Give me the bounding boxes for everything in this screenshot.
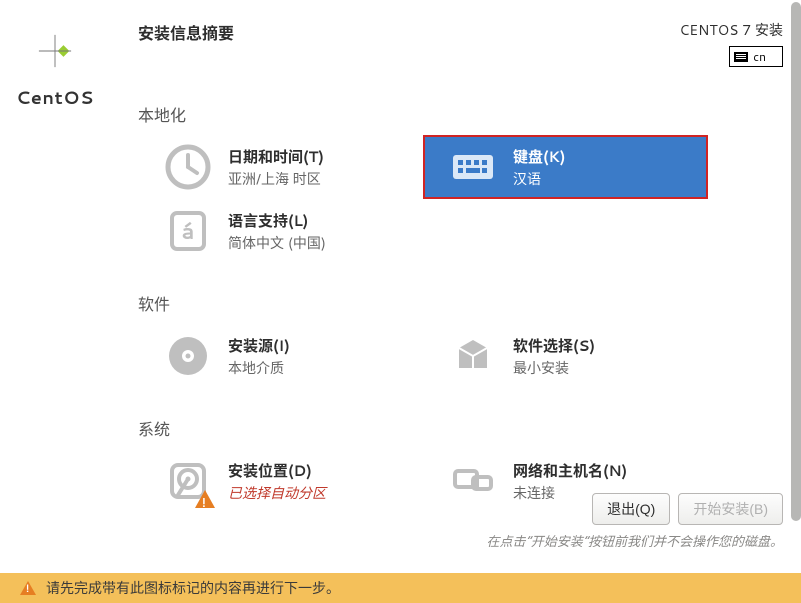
begin-install-button[interactable]: 开始安装(B) xyxy=(678,493,783,525)
spoke-disc[interactable]: 安装源(I)本地介质 xyxy=(138,324,423,388)
spoke-pkg[interactable]: 软件选择(S)最小安装 xyxy=(423,324,708,388)
scrollbar[interactable] xyxy=(791,2,801,521)
quit-button[interactable]: 退出(Q) xyxy=(592,493,670,525)
footer-hint: 在点击“开始安装”按钮前我们并不会操作您的磁盘。 xyxy=(486,531,783,551)
warning-badge-icon xyxy=(195,490,215,508)
spoke-title: 日期和时间(T) xyxy=(228,146,324,167)
page-title: 安装信息摘要 xyxy=(138,20,234,45)
spoke-title: 语言支持(L) xyxy=(228,210,326,231)
spoke-subtitle: 最小安装 xyxy=(513,358,595,378)
lang-icon: á xyxy=(164,207,212,255)
spoke-title: 安装源(I) xyxy=(228,335,290,356)
spoke-subtitle: 本地介质 xyxy=(228,358,290,378)
scrollbar-thumb[interactable] xyxy=(791,2,801,521)
category-title: 软件 xyxy=(138,291,783,316)
warning-text: 请先完成带有此图标标记的内容再进行下一步。 xyxy=(46,578,340,598)
spoke-keyboard[interactable]: 键盘(K)汉语 xyxy=(423,135,708,199)
product-label: CENTOS 7 安装 xyxy=(679,20,783,40)
spoke-title: 软件选择(S) xyxy=(513,335,595,356)
svg-text:á: á xyxy=(181,216,194,247)
clock-icon xyxy=(164,143,212,191)
brand-text: CentOS xyxy=(16,84,94,110)
warning-bar: 请先完成带有此图标标记的内容再进行下一步。 xyxy=(0,573,801,603)
keyboard-icon xyxy=(449,143,497,191)
disc-icon xyxy=(164,332,212,380)
centos-logo-icon xyxy=(32,28,78,74)
keyboard-layout-label: cn xyxy=(753,48,766,65)
category-title: 本地化 xyxy=(138,102,783,127)
spoke-subtitle: 亚洲/上海 时区 xyxy=(228,169,324,189)
category-title: 系统 xyxy=(138,416,783,441)
spoke-hdd[interactable]: 安装位置(D)已选择自动分区 xyxy=(138,449,423,513)
spoke-title: 键盘(K) xyxy=(513,146,565,167)
keyboard-icon xyxy=(734,52,748,62)
spoke-subtitle: 汉语 xyxy=(513,169,565,189)
spoke-title: 网络和主机名(N) xyxy=(513,460,627,481)
pkg-icon xyxy=(449,332,497,380)
warning-icon xyxy=(20,581,36,595)
spoke-subtitle: 简体中文 (中国) xyxy=(228,233,326,253)
spoke-subtitle: 已选择自动分区 xyxy=(228,483,326,503)
spoke-clock[interactable]: 日期和时间(T)亚洲/上海 时区 xyxy=(138,135,423,199)
spoke-lang[interactable]: á 语言支持(L)简体中文 (中国) xyxy=(138,199,423,263)
hdd-icon xyxy=(164,457,212,505)
spoke-title: 安装位置(D) xyxy=(228,460,326,481)
